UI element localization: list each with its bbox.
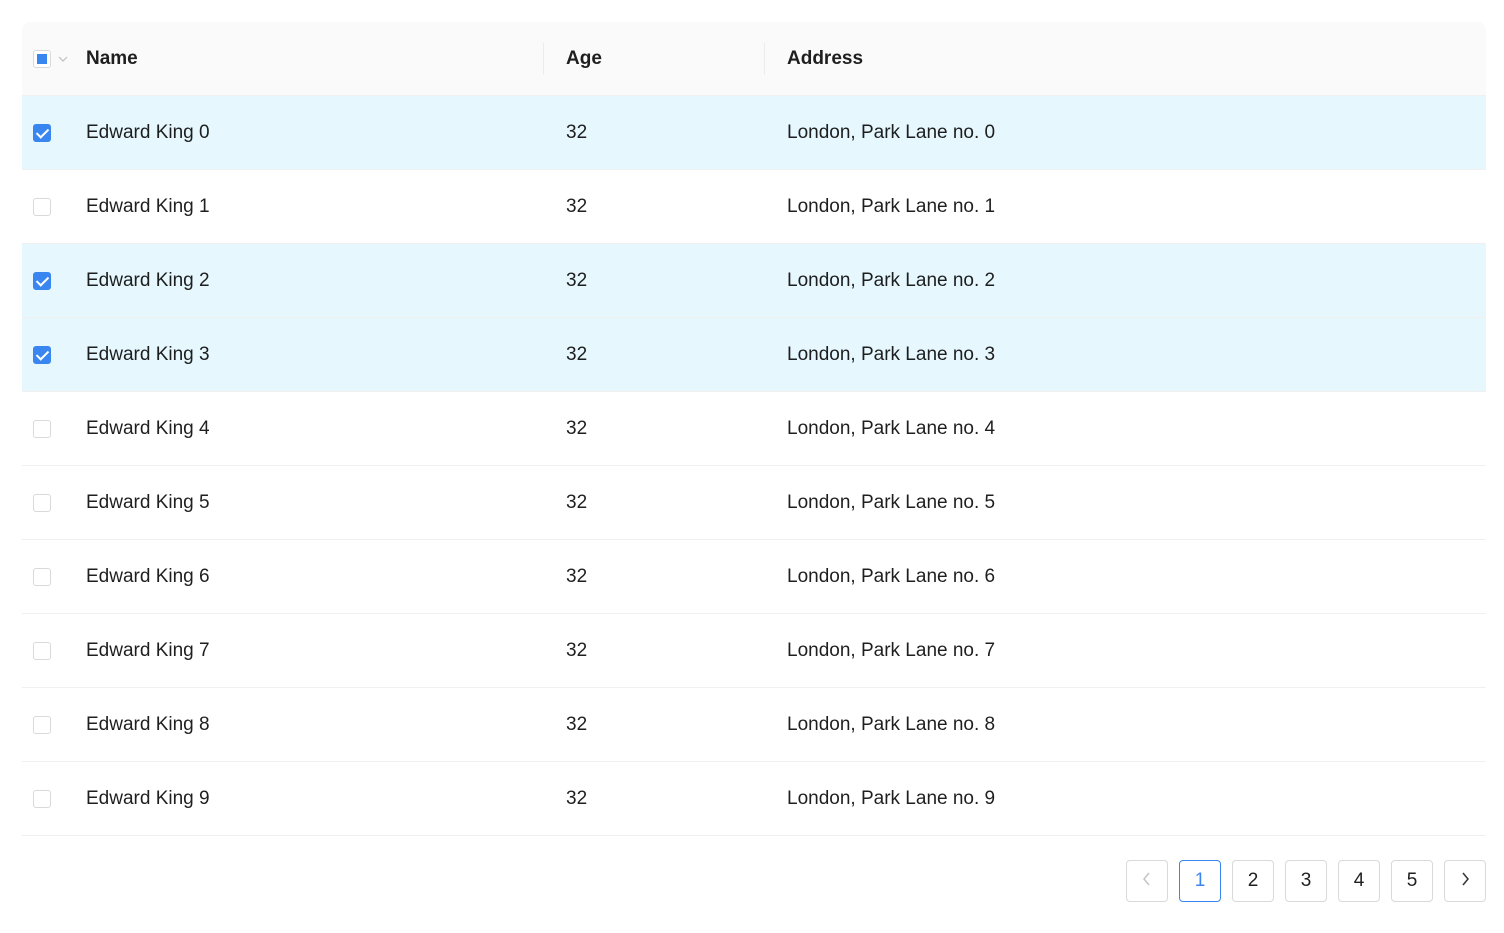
row-select-cell bbox=[33, 688, 83, 761]
cell-address: London, Park Lane no. 3 bbox=[787, 343, 996, 365]
row-select-cell bbox=[33, 170, 83, 243]
cell-name: Edward King 6 bbox=[86, 565, 210, 587]
chevron-down-icon[interactable] bbox=[58, 54, 68, 64]
cell-name: Edward King 2 bbox=[86, 269, 210, 291]
column-header-address: Address bbox=[787, 47, 864, 69]
table-row[interactable]: Edward King 7 32 London, Park Lane no. 7 bbox=[22, 614, 1486, 688]
row-checkbox[interactable] bbox=[33, 789, 51, 808]
row-checkbox[interactable] bbox=[33, 345, 51, 364]
page-5-button[interactable]: 5 bbox=[1391, 860, 1433, 902]
cell-name: Edward King 0 bbox=[86, 121, 210, 143]
row-select-cell bbox=[33, 540, 83, 613]
row-select-cell bbox=[33, 762, 83, 835]
row-checkbox[interactable] bbox=[33, 715, 51, 734]
cell-age: 32 bbox=[566, 639, 588, 661]
cell-name: Edward King 5 bbox=[86, 491, 210, 513]
table-row[interactable]: Edward King 5 32 London, Park Lane no. 5 bbox=[22, 466, 1486, 540]
cell-age: 32 bbox=[566, 417, 588, 439]
cell-age: 32 bbox=[566, 787, 588, 809]
table-row[interactable]: Edward King 3 32 London, Park Lane no. 3 bbox=[22, 318, 1486, 392]
cell-age: 32 bbox=[566, 269, 588, 291]
prev-page-button[interactable] bbox=[1126, 860, 1168, 902]
row-checkbox[interactable] bbox=[33, 419, 51, 438]
cell-address: London, Park Lane no. 5 bbox=[787, 491, 996, 513]
cell-address: London, Park Lane no. 8 bbox=[787, 713, 996, 735]
cell-address: London, Park Lane no. 4 bbox=[787, 417, 996, 439]
select-all-cell bbox=[33, 22, 83, 95]
next-page-button[interactable] bbox=[1444, 860, 1486, 902]
chevron-right-icon bbox=[1459, 870, 1471, 892]
table-row[interactable]: Edward King 4 32 London, Park Lane no. 4 bbox=[22, 392, 1486, 466]
page-3-button[interactable]: 3 bbox=[1285, 860, 1327, 902]
row-select-cell bbox=[33, 318, 83, 391]
cell-name: Edward King 9 bbox=[86, 787, 210, 809]
cell-name: Edward King 4 bbox=[86, 417, 210, 439]
row-checkbox[interactable] bbox=[33, 271, 51, 290]
cell-age: 32 bbox=[566, 121, 588, 143]
table-header: Name Age Address bbox=[22, 22, 1486, 96]
table-row[interactable]: Edward King 9 32 London, Park Lane no. 9 bbox=[22, 762, 1486, 836]
page-1-button[interactable]: 1 bbox=[1179, 860, 1221, 902]
cell-name: Edward King 8 bbox=[86, 713, 210, 735]
table-row[interactable]: Edward King 1 32 London, Park Lane no. 1 bbox=[22, 170, 1486, 244]
data-table: Name Age Address Edward King 0 32 London, … bbox=[22, 22, 1486, 836]
cell-age: 32 bbox=[566, 195, 588, 217]
cell-age: 32 bbox=[566, 565, 588, 587]
chevron-left-icon bbox=[1141, 870, 1153, 892]
cell-address: London, Park Lane no. 6 bbox=[787, 565, 996, 587]
cell-age: 32 bbox=[566, 491, 588, 513]
row-select-cell bbox=[33, 392, 83, 465]
cell-name: Edward King 7 bbox=[86, 639, 210, 661]
row-select-cell bbox=[33, 96, 83, 169]
cell-address: London, Park Lane no. 2 bbox=[787, 269, 996, 291]
page-4-button[interactable]: 4 bbox=[1338, 860, 1380, 902]
cell-address: London, Park Lane no. 7 bbox=[787, 639, 996, 661]
row-select-cell bbox=[33, 244, 83, 317]
row-checkbox[interactable] bbox=[33, 197, 51, 216]
cell-age: 32 bbox=[566, 343, 588, 365]
row-checkbox[interactable] bbox=[33, 123, 51, 142]
column-divider bbox=[543, 43, 544, 75]
column-divider bbox=[764, 43, 765, 75]
row-select-cell bbox=[33, 466, 83, 539]
pagination: 12345 bbox=[1126, 860, 1486, 902]
row-checkbox[interactable] bbox=[33, 567, 51, 586]
row-checkbox[interactable] bbox=[33, 493, 51, 512]
row-checkbox[interactable] bbox=[33, 641, 51, 660]
cell-age: 32 bbox=[566, 713, 588, 735]
table-row[interactable]: Edward King 8 32 London, Park Lane no. 8 bbox=[22, 688, 1486, 762]
table-row[interactable]: Edward King 6 32 London, Park Lane no. 6 bbox=[22, 540, 1486, 614]
cell-address: London, Park Lane no. 0 bbox=[787, 121, 996, 143]
page-2-button[interactable]: 2 bbox=[1232, 860, 1274, 902]
column-header-name: Name bbox=[86, 47, 138, 69]
table-row[interactable]: Edward King 0 32 London, Park Lane no. 0 bbox=[22, 96, 1486, 170]
row-select-cell bbox=[33, 614, 83, 687]
column-header-age: Age bbox=[566, 47, 602, 69]
table-body: Edward King 0 32 London, Park Lane no. 0 Ed… bbox=[22, 96, 1486, 836]
table-row[interactable]: Edward King 2 32 London, Park Lane no. 2 bbox=[22, 244, 1486, 318]
cell-address: London, Park Lane no. 9 bbox=[787, 787, 996, 809]
cell-name: Edward King 1 bbox=[86, 195, 210, 217]
cell-address: London, Park Lane no. 1 bbox=[787, 195, 996, 217]
page-list: 12345 bbox=[1179, 860, 1433, 902]
cell-name: Edward King 3 bbox=[86, 343, 210, 365]
select-all-checkbox[interactable] bbox=[33, 49, 51, 68]
